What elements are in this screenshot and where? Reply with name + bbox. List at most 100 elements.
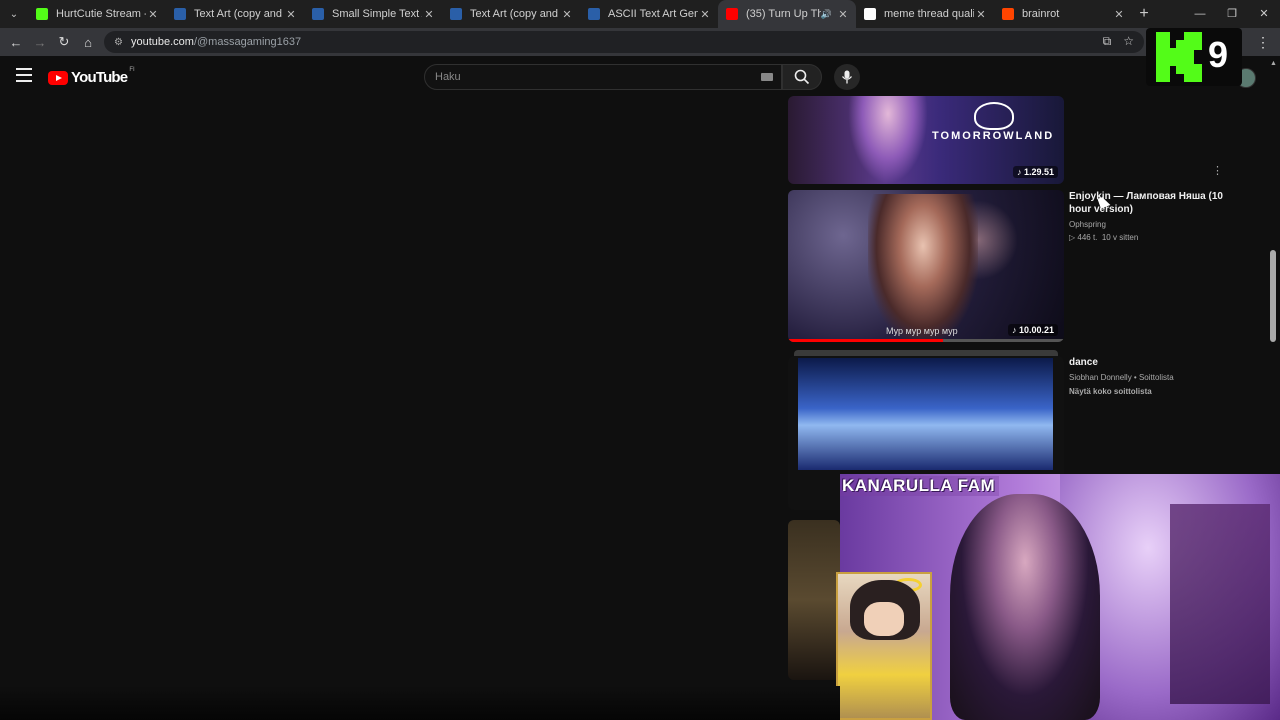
anime-character-overlay <box>836 572 932 720</box>
tab-search-icon[interactable]: ⌄ <box>0 0 28 28</box>
menu-icon[interactable] <box>16 68 32 82</box>
url-field[interactable]: ⚙ youtube.com/@massagaming1637 ⧉ ☆ <box>104 31 1144 53</box>
home-icon[interactable]: ⌂ <box>76 35 100 50</box>
k9-overlay: 9 <box>1146 28 1242 86</box>
thumbnail-figure <box>848 96 928 184</box>
tomorrowland-logo-icon <box>974 102 1014 130</box>
search-button[interactable] <box>782 64 822 90</box>
video-duration: ♪ 1.29.51 <box>1012 166 1058 178</box>
reddit-favicon-icon <box>1002 8 1014 20</box>
video-thumbnail-2[interactable]: Мур мур мур мур ♪ 10.00.21 <box>788 190 1064 342</box>
search-icon <box>794 69 810 85</box>
tab-4[interactable]: Text Art (copy and paste /✕ <box>442 0 580 28</box>
url-host: youtube.com <box>130 36 194 48</box>
site-info-icon[interactable]: ⚙ <box>114 37 123 48</box>
bottom-edge <box>0 686 840 720</box>
thumbnail-overlay-text: TOMORROWLAND <box>932 130 1055 142</box>
url-path: /@massagaming1637 <box>193 36 302 48</box>
upload-age: 10 v sitten <box>1101 233 1139 242</box>
tab-6[interactable]: (35) Turn Up The Bass🔊 ✕ <box>718 0 856 28</box>
duration-text: 10.00.21 <box>1018 325 1054 335</box>
youtube-logo-text: YouTube <box>71 69 128 86</box>
reload-icon[interactable]: ↻ <box>52 34 76 50</box>
cam-shelf <box>1170 504 1270 704</box>
thumbnail-caption: Мур мур мур мур <box>886 326 958 336</box>
playlist-title[interactable]: dance <box>1069 356 1239 369</box>
tab-list: HurtCutie Stream - Watch✕Text Art (copy … <box>28 0 1132 28</box>
keyboard-icon[interactable] <box>761 73 773 81</box>
browser-tab-strip: ⌄ HurtCutie Stream - Watch✕Text Art (cop… <box>0 0 1280 28</box>
install-app-icon[interactable]: ⧉ <box>1103 34 1112 49</box>
close-tab-icon[interactable]: ✕ <box>698 8 712 21</box>
textart-favicon-icon <box>588 8 600 20</box>
tab-title: Text Art (copy and paste / <box>470 8 560 20</box>
back-icon[interactable]: ← <box>4 35 28 50</box>
close-tab-icon[interactable]: ✕ <box>1112 8 1126 21</box>
close-tab-icon[interactable]: ✕ <box>974 8 988 21</box>
view-full-playlist-link[interactable]: Näytä koko soittolista <box>1069 387 1239 396</box>
streamer <box>950 494 1100 720</box>
kick-logo-icon <box>1156 32 1202 82</box>
browser-menu-icon[interactable]: ⋮ <box>1256 34 1270 51</box>
close-tab-icon[interactable]: ✕ <box>836 8 850 21</box>
textart-favicon-icon <box>312 8 324 20</box>
video-title[interactable]: Enjoykin — Ламповая Няша (10 hour versio… <box>1069 190 1239 216</box>
character-face <box>864 602 904 636</box>
youtube-logo[interactable]: YouTube FI <box>48 66 135 86</box>
bookmark-star-icon[interactable]: ☆ <box>1123 34 1134 49</box>
tab-7[interactable]: meme thread quality gen✕ <box>856 0 994 28</box>
tab-title: brainrot <box>1022 8 1060 20</box>
window-controls: — ❐ ✕ <box>1184 0 1280 28</box>
tab-8[interactable]: brainrot ✕ <box>994 0 1132 28</box>
forward-icon[interactable]: → <box>28 35 52 50</box>
close-tab-icon[interactable]: ✕ <box>560 8 574 21</box>
tab-title: meme thread quality gen <box>884 8 974 20</box>
thumbnail-figure <box>868 194 978 342</box>
tab-5[interactable]: ASCII Text Art Generator✕ <box>580 0 718 28</box>
google-favicon-icon <box>864 8 876 20</box>
country-code: FI <box>129 66 135 73</box>
tab-title: ASCII Text Art Generator <box>608 8 698 20</box>
search-input[interactable]: Haku <box>424 64 782 90</box>
scrollbar-thumb[interactable] <box>1270 250 1276 342</box>
close-tab-icon[interactable]: ✕ <box>146 8 160 21</box>
playlist-meta: dance Siobhan Donnelly • Soittolista Näy… <box>1069 356 1239 396</box>
restore-button[interactable]: ❐ <box>1216 0 1248 28</box>
watch-progress-bar <box>788 339 943 342</box>
scroll-up-icon[interactable]: ▲ <box>1270 60 1277 67</box>
tab-title: Text Art (copy and paste / <box>194 8 284 20</box>
tab-1[interactable]: HurtCutie Stream - Watch✕ <box>28 0 166 28</box>
close-window-button[interactable]: ✕ <box>1248 0 1280 28</box>
search-placeholder: Haku <box>435 71 461 83</box>
video-duration: ♪ 10.00.21 <box>1007 324 1058 336</box>
tab-2[interactable]: Text Art (copy and paste /✕ <box>166 0 304 28</box>
video-meta-2: Enjoykin — Ламповая Няша (10 hour versio… <box>1069 190 1239 242</box>
more-actions-icon[interactable]: ⋮ <box>1212 164 1223 177</box>
youtube-favicon-icon <box>726 8 738 20</box>
tab-title: Small Simple Text Art (cop <box>332 8 422 20</box>
mic-icon <box>841 70 853 84</box>
video-thumbnail-4[interactable] <box>788 520 840 680</box>
playlist-channel[interactable]: Siobhan Donnelly • Soittolista <box>1069 373 1239 382</box>
textart-favicon-icon <box>450 8 462 20</box>
tab-title: (35) Turn Up The Bass <box>746 8 821 20</box>
close-tab-icon[interactable]: ✕ <box>422 8 436 21</box>
tab-3[interactable]: Small Simple Text Art (cop✕ <box>304 0 442 28</box>
youtube-header: YouTube FI Haku <box>0 56 1280 96</box>
tab-title: HurtCutie Stream - Watch <box>56 8 146 20</box>
new-tab-button[interactable]: + <box>1132 5 1156 23</box>
kick-favicon-icon <box>36 8 48 20</box>
playlist-image <box>798 358 1053 470</box>
video-stats: ▷ 446 t. 10 v sitten <box>1069 233 1139 242</box>
textart-favicon-icon <box>174 8 186 20</box>
duration-text: 1.29.51 <box>1023 167 1054 177</box>
video-thumbnail-1[interactable]: TOMORROWLAND ♪ 1.29.51 <box>788 96 1064 184</box>
k9-number: 9 <box>1208 34 1229 75</box>
channel-name[interactable]: Ophspring <box>1069 220 1239 229</box>
minimize-button[interactable]: — <box>1184 0 1216 28</box>
voice-search-button[interactable] <box>834 64 860 90</box>
cam-banner: KANARULLA FAM <box>840 476 1000 496</box>
view-count: 446 t. <box>1077 233 1098 242</box>
close-tab-icon[interactable]: ✕ <box>284 8 298 21</box>
speaker-icon[interactable]: 🔊 <box>821 9 832 20</box>
